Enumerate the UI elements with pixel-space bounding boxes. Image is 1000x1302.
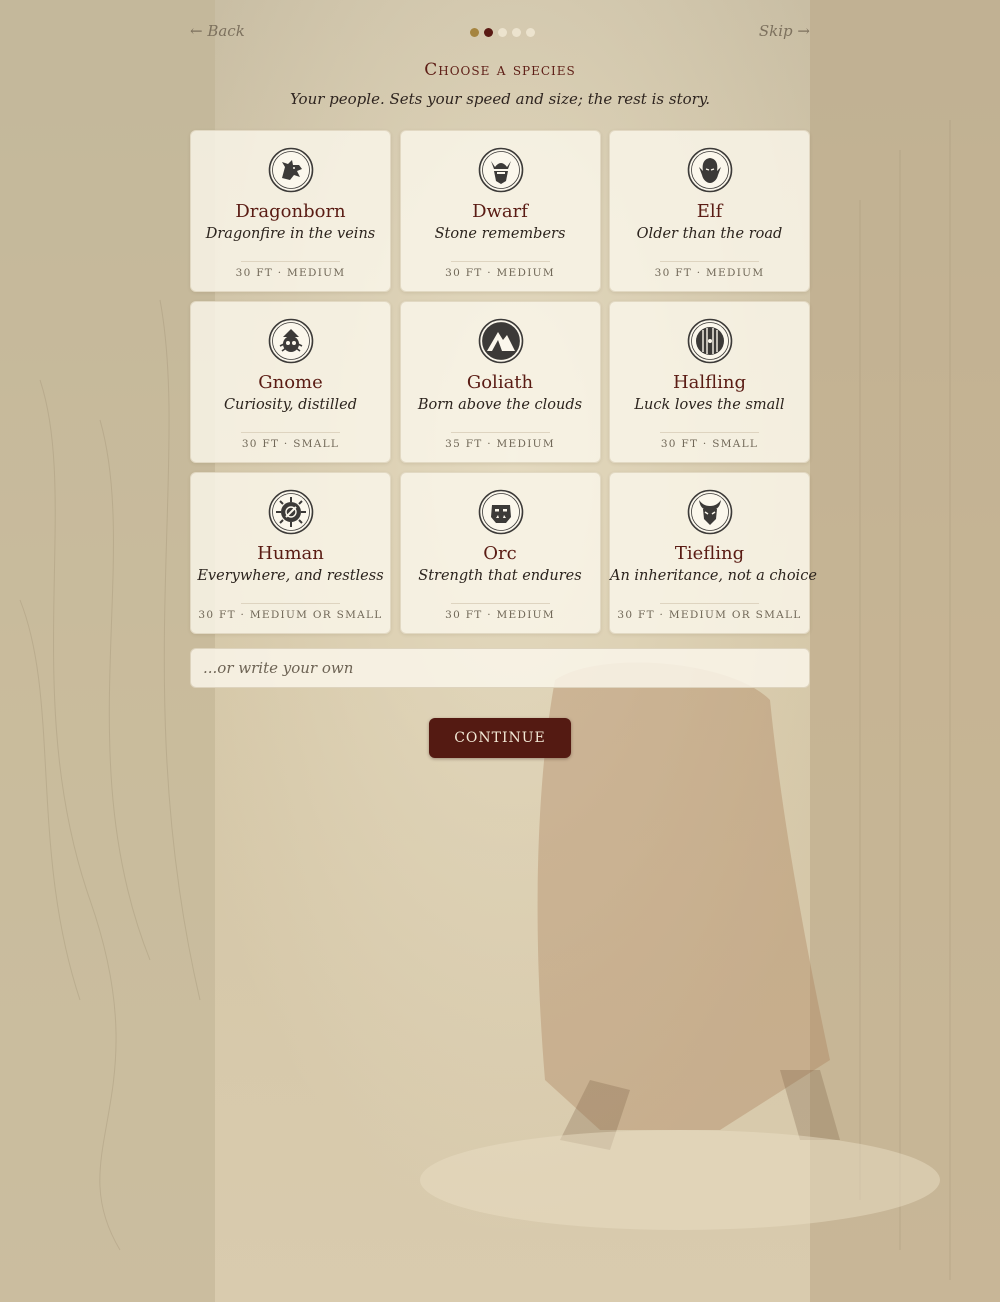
species-card-tiefling[interactable]: Tiefling An inheritance, not a choice 30… xyxy=(609,472,817,634)
divider xyxy=(450,603,550,604)
species-stats: 30 ft · Medium xyxy=(235,267,346,279)
species-name: Gnome xyxy=(258,372,323,393)
divider xyxy=(241,261,340,262)
species-stats: 30 ft · Medium xyxy=(445,267,555,279)
compass-sun-icon xyxy=(268,489,314,535)
divider xyxy=(660,261,759,262)
species-tagline: Luck loves the small xyxy=(634,397,785,413)
divider xyxy=(241,603,340,604)
step-dot xyxy=(470,28,479,37)
species-tagline: Older than the road xyxy=(636,226,783,242)
orc-face-icon xyxy=(478,489,524,535)
species-stats: 35 ft · Medium xyxy=(445,438,555,450)
species-stats: 30 ft · Medium xyxy=(445,609,555,621)
species-stats: 30 ft · Medium or Small xyxy=(198,609,383,621)
species-stats: 30 ft · Medium xyxy=(654,267,765,279)
species-tagline: Born above the clouds xyxy=(417,397,583,413)
species-tagline: An inheritance, not a choice xyxy=(610,568,817,584)
species-card-goliath[interactable]: Goliath Born above the clouds 35 ft · Me… xyxy=(399,301,601,463)
species-name: Dwarf xyxy=(472,201,528,222)
divider xyxy=(450,261,550,262)
step-dot xyxy=(512,28,521,37)
step-dot xyxy=(526,28,535,37)
skip-link[interactable]: Skip → xyxy=(759,22,810,40)
divider xyxy=(660,603,759,604)
species-name: Human xyxy=(257,543,324,564)
species-stats: 30 ft · Small xyxy=(660,438,759,450)
top-navigation: ← Back Skip → xyxy=(190,18,810,46)
species-card-dwarf[interactable]: Dwarf Stone remembers 30 ft · Medium xyxy=(399,130,601,292)
step-indicator xyxy=(470,28,535,37)
species-stats: 30 ft · Small xyxy=(241,438,340,450)
continue-button[interactable]: CONTINUE xyxy=(429,718,571,758)
divider xyxy=(241,432,340,433)
round-door-icon xyxy=(687,318,733,364)
species-card-orc[interactable]: Orc Strength that endures 30 ft · Medium xyxy=(399,472,601,634)
mountain-peak-icon xyxy=(478,318,524,364)
species-name: Orc xyxy=(483,543,517,564)
species-name: Dragonborn xyxy=(235,201,346,222)
species-name: Halfling xyxy=(672,372,747,393)
species-name: Goliath xyxy=(466,372,534,393)
back-link[interactable]: ← Back xyxy=(190,22,245,40)
custom-species-input[interactable] xyxy=(190,648,810,688)
divider xyxy=(450,432,550,433)
divider xyxy=(660,432,759,433)
dragon-head-icon xyxy=(268,147,314,193)
page-subtitle: Your people. Sets your speed and size; t… xyxy=(289,90,711,108)
species-card-elf[interactable]: Elf Older than the road 30 ft · Medium xyxy=(609,130,810,292)
step-dot xyxy=(484,28,493,37)
species-tagline: Stone remembers xyxy=(434,226,566,242)
species-stats: 30 ft · Medium or Small xyxy=(617,609,802,621)
species-tagline: Dragonfire in the veins xyxy=(205,226,376,242)
page-title: Choose a species xyxy=(424,60,576,80)
species-tagline: Curiosity, distilled xyxy=(223,397,358,413)
species-tagline: Everywhere, and restless xyxy=(197,568,384,584)
horned-helm-dwarf-icon xyxy=(478,147,524,193)
species-name: Elf xyxy=(696,201,723,222)
species-name: Tiefling xyxy=(674,543,745,564)
species-card-gnome[interactable]: Gnome Curiosity, distilled 30 ft · Small xyxy=(190,301,391,463)
step-dot xyxy=(498,28,507,37)
gnome-tinker-icon xyxy=(268,318,314,364)
elf-face-icon xyxy=(687,147,733,193)
species-card-human[interactable]: Human Everywhere, and restless 30 ft · M… xyxy=(190,472,391,634)
horned-devil-icon xyxy=(687,489,733,535)
species-grid: Dragonborn Dragonfire in the veins 30 ft… xyxy=(190,130,817,634)
species-card-dragonborn[interactable]: Dragonborn Dragonfire in the veins 30 ft… xyxy=(190,130,391,292)
species-tagline: Strength that endures xyxy=(418,568,582,584)
species-card-halfling[interactable]: Halfling Luck loves the small 30 ft · Sm… xyxy=(609,301,810,463)
